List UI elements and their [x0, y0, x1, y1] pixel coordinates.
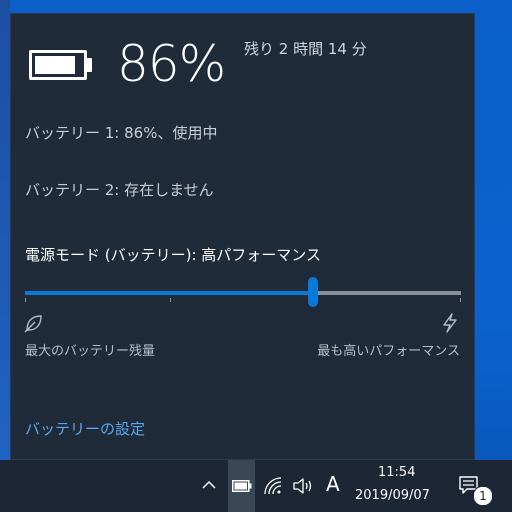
slider-min-label: 最大のバッテリー残量 [25, 344, 156, 359]
battery1-status: バッテリー 1: 86%、使用中 [25, 124, 218, 142]
slider-max-label: 最も高いパフォーマンス [317, 344, 460, 359]
slider-tick [25, 298, 26, 302]
taskbar: A 11:54 2019/09/07 [0, 460, 512, 512]
ime-indicator[interactable]: A [326, 472, 340, 496]
battery-large-icon [29, 50, 87, 80]
slider-thumb[interactable] [308, 277, 318, 307]
notification-count-badge: 1 [473, 486, 493, 506]
battery-flyout: 86% 残り 2 時間 14 分 バッテリー 1: 86%、使用中 バッテリー … [10, 13, 475, 460]
battery-settings-link[interactable]: バッテリーの設定 [25, 418, 145, 439]
chevron-up-icon[interactable] [200, 478, 218, 492]
battery-tip [87, 58, 92, 72]
battery-percent: 86% [117, 35, 226, 93]
power-mode-slider[interactable] [25, 276, 461, 316]
battery-icon [232, 480, 252, 492]
battery-fill [35, 56, 75, 74]
battery2-status: バッテリー 2: 存在しません [25, 181, 214, 199]
clock-time[interactable]: 11:54 [378, 465, 415, 480]
tray-battery-button[interactable] [228, 460, 255, 512]
clock-date[interactable]: 2019/09/07 [355, 488, 430, 503]
lightning-icon [443, 313, 457, 333]
speaker-icon[interactable] [292, 476, 314, 496]
wifi-icon[interactable] [263, 476, 283, 496]
leaf-icon [24, 315, 42, 333]
desktop-background [0, 0, 10, 460]
slider-track-active [25, 291, 313, 295]
slider-tick [170, 298, 171, 302]
slider-track-rest [313, 291, 461, 295]
slider-tick [460, 298, 461, 302]
time-remaining: 残り 2 時間 14 分 [244, 40, 367, 58]
power-mode-label: 電源モード (バッテリー): 高パフォーマンス [25, 246, 321, 264]
